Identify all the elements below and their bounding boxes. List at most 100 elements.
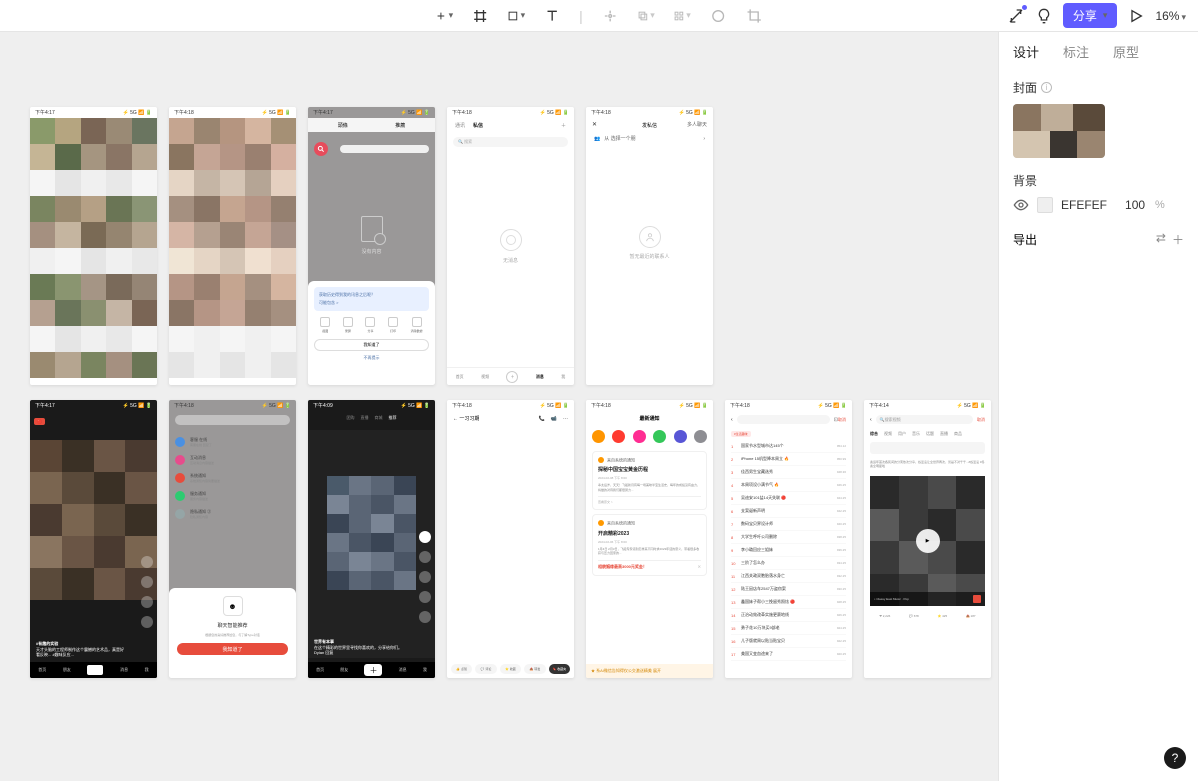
hot-item[interactable]: 15勇子花10万块买9部老924.25 — [731, 622, 846, 635]
play-icon[interactable] — [1127, 7, 1145, 25]
search-bar[interactable]: 🔍 搜索视频 — [876, 415, 973, 424]
crop-tool[interactable] — [745, 7, 763, 25]
video-player[interactable]: ▶ ♪ Classy East Music · Pop — [870, 476, 985, 606]
action-icon-item[interactable]: 分享 — [365, 317, 375, 333]
play-icon[interactable]: ▶ — [916, 529, 940, 553]
hot-item[interactable]: 7数码宝贝界设计师940.25 — [731, 518, 846, 531]
tab[interactable]: 推荐 — [389, 415, 397, 421]
plus-button[interactable]: ＋ — [506, 371, 518, 383]
artboard-video-feed[interactable]: 下午4:17⚡ 5G 📶 🔋 🔴 #有趣的实验 天才头脑的工程 — [30, 400, 157, 678]
multi-chat-link[interactable]: 多人聊天 — [687, 121, 707, 128]
tab-item[interactable]: 消息 — [536, 374, 544, 380]
search-bar[interactable] — [737, 415, 830, 424]
select-row[interactable]: 👥从 选择一个朋› — [586, 129, 713, 148]
add-tool[interactable]: ▾ — [435, 7, 453, 25]
list-item[interactable]: 隐私通知 ②隐私通知内容 — [175, 505, 290, 523]
tab-prototype[interactable]: 原型 — [1113, 42, 1139, 61]
tab-item[interactable]: 首页 — [316, 667, 324, 673]
tab-item[interactable]: 我 — [561, 374, 565, 380]
tab-item[interactable]: 我 — [145, 667, 149, 673]
tab-design[interactable]: 设计 — [1013, 42, 1039, 61]
tab-item[interactable]: 朋友 — [340, 667, 348, 673]
artboard-notifications[interactable]: 下午4:18⚡ 5G 📶 🔋 最新通知 来自系统的通知 探秘中国宝宝黄金历程 2… — [586, 400, 713, 678]
design-canvas[interactable]: 下午4:17⚡ 5G 📶 🔋 下午4:18⚡ 5G 📶 🔋 — [0, 32, 998, 781]
card-link[interactable]: 查看原文 > — [598, 496, 701, 504]
text-tool[interactable] — [543, 7, 561, 25]
hot-item[interactable]: 1国家节水型城市达145个954.12 — [731, 440, 846, 453]
category-icon[interactable] — [612, 430, 625, 443]
comment-icon[interactable] — [419, 551, 431, 563]
hot-item[interactable]: 10三阶了怎么办934.25 — [731, 557, 846, 570]
tab[interactable]: 通讯 — [455, 122, 465, 129]
category-icon[interactable] — [653, 430, 666, 443]
banner[interactable]: 获取历史得到我的讯息之后呢？ 可能包含 > — [314, 287, 429, 311]
tab-item[interactable]: 朋友 — [63, 667, 71, 673]
zoom-display[interactable]: 16%▾ — [1155, 9, 1186, 23]
action-pill[interactable]: ⭐ 收藏 — [500, 664, 521, 674]
filter-tab[interactable]: 视频 — [884, 431, 892, 437]
export-add-icon[interactable]: ＋ — [1172, 231, 1184, 248]
action-icon-item[interactable]: 录屏 — [343, 317, 353, 333]
category-icon[interactable] — [592, 430, 605, 443]
star-icon[interactable] — [419, 571, 431, 583]
music-icon[interactable] — [419, 611, 431, 623]
artboard-feed-2[interactable]: 下午4:18⚡ 5G 📶 🔋 — [169, 107, 296, 385]
stat-item[interactable]: ⭐ 425 — [938, 614, 948, 618]
hot-item[interactable]: 3佳西男生宝藏选秀948.36 — [731, 466, 846, 479]
artboard-video-tabs[interactable]: 下午4:09⚡ 5G 📶 🔋 团购直播商城推荐 — [308, 400, 435, 678]
star-icon[interactable] — [141, 596, 153, 608]
bg-color-swatch[interactable] — [1037, 197, 1053, 213]
filter-tab[interactable]: 综合 — [870, 431, 878, 437]
hot-item[interactable]: 14正治动效改革实施更赛地线926.25 — [731, 609, 846, 622]
cancel-link[interactable]: 取消 — [838, 417, 846, 423]
tab-active[interactable]: 私信 — [473, 122, 483, 129]
close-icon[interactable]: ✕ — [698, 564, 701, 570]
hot-item[interactable]: 17美国又变血途来了920.25 — [731, 648, 846, 661]
list-item[interactable]: 系统通知系统通知内容简要描述 — [175, 469, 290, 487]
stat-item[interactable]: ❤ 2,226 — [879, 614, 890, 618]
notification-card[interactable]: 来自系统的通知 开启精彩2023 2024-02-06 下午 8:00 1月4日… — [592, 514, 707, 575]
mask-tool[interactable] — [709, 7, 727, 25]
tab[interactable]: 直播 — [361, 415, 369, 421]
rectangle-tool[interactable]: ▾ — [507, 7, 525, 25]
list-item[interactable]: 互动消息互动消息内容描述 — [175, 451, 290, 469]
hot-item[interactable]: 2iPhone 15机型降本周立 🔥950.99 — [731, 453, 846, 466]
artboard-sendmsg-empty[interactable]: 下午4:18⚡ 5G 📶 🔋 ✕ 发私信 多人聊天 👥从 选择一个朋› 暂无最近… — [586, 107, 713, 385]
info-icon[interactable]: i — [1041, 82, 1052, 93]
tab-item[interactable]: 视频 — [481, 374, 489, 380]
tab[interactable]: 团购 — [347, 415, 355, 421]
back-username[interactable]: ← 一习习期 — [453, 415, 479, 422]
filter-tab[interactable]: 用户 — [898, 431, 906, 437]
tab-item[interactable]: 首页 — [456, 374, 464, 380]
hot-item[interactable]: 8大学生呼吁公司删除938.25 — [731, 531, 846, 544]
action-pill[interactable]: 🔖 收藏夹 — [549, 664, 570, 674]
artboard-feed-1[interactable]: 下午4:17⚡ 5G 📶 🔋 — [30, 107, 157, 385]
bottom-banner[interactable]: ★ 系AI微信告知得仅公交激送精美 展开 — [586, 664, 713, 678]
category-icon[interactable] — [694, 430, 707, 443]
confirm-button[interactable]: 我知道了 — [314, 339, 429, 351]
action-pill[interactable]: 💬 评论 — [475, 664, 496, 674]
tab-item[interactable]: 消息 — [399, 667, 407, 673]
tab-plus[interactable] — [87, 665, 103, 675]
action-icon-item[interactable]: 截图 — [320, 317, 330, 333]
frame-tool[interactable] — [471, 7, 489, 25]
cover-thumbnail[interactable] — [1013, 104, 1105, 158]
hot-item[interactable]: 4本周项设小满节气 🔥946.25 — [731, 479, 846, 492]
tab-annotate[interactable]: 标注 — [1063, 42, 1089, 61]
hot-item[interactable]: 12陆王因店车2547万盗窃案930.25 — [731, 583, 846, 596]
filter-tab[interactable]: 商品 — [954, 431, 962, 437]
boolean-tool[interactable]: ▾ — [637, 7, 655, 25]
artboard-search-result[interactable]: 下午4:14⚡ 5G 📶 🔋 ‹ 🔍 搜索视频 取消 综合视频用户音乐话题直播商… — [864, 400, 991, 678]
help-button[interactable]: ? — [1164, 747, 1186, 769]
back-icon[interactable]: ‹ — [731, 417, 733, 423]
call-icon[interactable]: 📞 — [539, 416, 545, 422]
tab-item[interactable]: 我 — [423, 667, 427, 673]
export-settings-icon[interactable]: ⇄ — [1156, 231, 1166, 248]
back-icon[interactable]: ‹ — [870, 417, 872, 423]
artboard-hotsearch[interactable]: 下午4:18⚡ 5G 📶 🔋 ‹ ⊡ 取消 #生活趣味 1国家节水型城市达145… — [725, 400, 852, 678]
back-icon[interactable]: ✕ — [592, 121, 597, 128]
modal-button[interactable]: 我知道了 — [177, 643, 288, 655]
like-icon[interactable] — [419, 531, 431, 543]
plugin-icon[interactable] — [1007, 7, 1025, 25]
search-bar[interactable] — [340, 145, 429, 153]
